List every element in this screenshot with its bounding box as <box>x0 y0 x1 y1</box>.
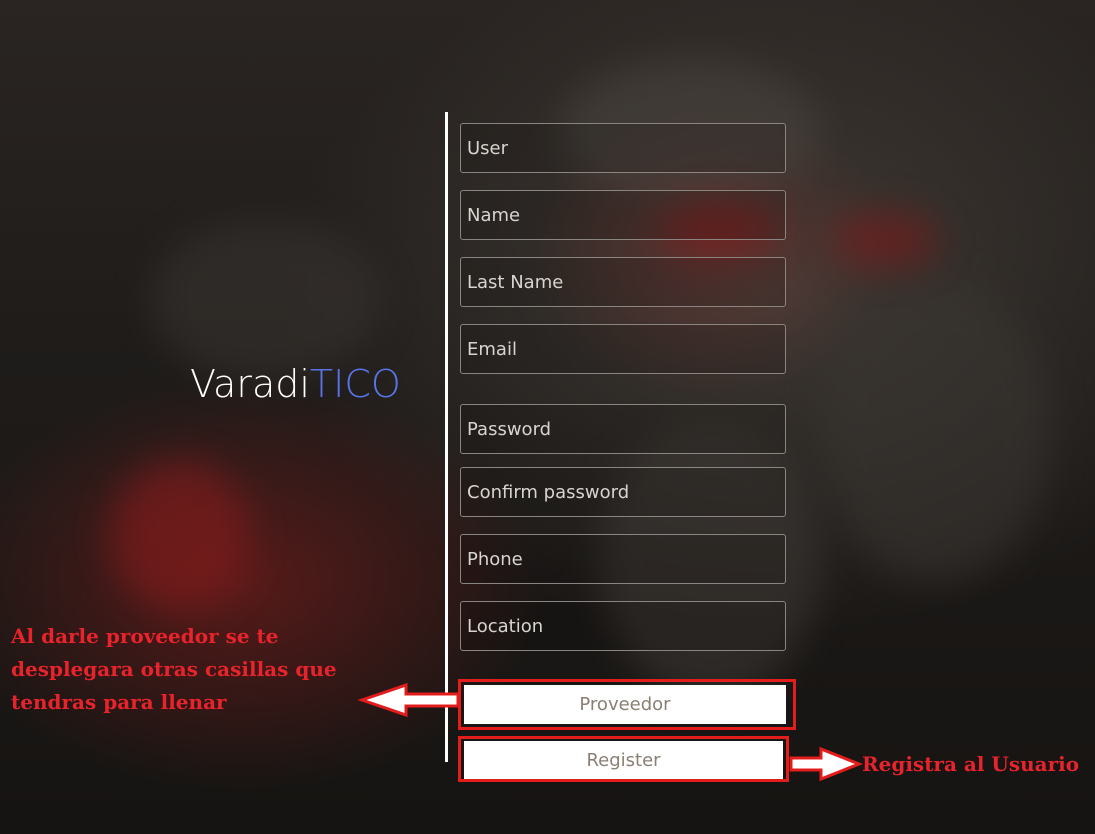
background-shape <box>830 210 940 270</box>
password-input[interactable] <box>461 405 785 453</box>
register-highlight: Register <box>458 736 789 782</box>
background-shape <box>110 460 250 610</box>
background-shape <box>820 280 1050 580</box>
confirm-password-field-wrapper <box>460 467 786 517</box>
background-shape <box>150 220 380 380</box>
brand-logo: VaradiTICO <box>190 362 401 406</box>
email-field-wrapper <box>460 324 786 374</box>
phone-field-wrapper <box>460 534 786 584</box>
vertical-divider <box>445 112 448 762</box>
user-input[interactable] <box>461 124 785 172</box>
annotation-line: desplegara otras casillas que <box>11 657 337 681</box>
proveedor-button[interactable]: Proveedor <box>464 685 786 724</box>
confirm-password-input[interactable] <box>461 468 785 516</box>
annotation-line: tendras para llenar <box>11 690 227 714</box>
last-name-field-wrapper <box>460 257 786 307</box>
left-arrow-icon <box>357 682 460 718</box>
brand-accent: TICO <box>309 362 401 406</box>
proveedor-highlight: Proveedor <box>458 679 796 730</box>
location-field-wrapper <box>460 601 786 651</box>
password-field-wrapper <box>460 404 786 454</box>
phone-input[interactable] <box>461 535 785 583</box>
register-annotation: Registra al Usuario <box>862 752 1080 776</box>
proveedor-annotation: Al darle proveedor se te desplegara otra… <box>11 620 337 719</box>
right-arrow-icon <box>789 746 864 782</box>
name-input[interactable] <box>461 191 785 239</box>
last-name-input[interactable] <box>461 258 785 306</box>
location-input[interactable] <box>461 602 785 650</box>
user-field-wrapper <box>460 123 786 173</box>
name-field-wrapper <box>460 190 786 240</box>
register-button[interactable]: Register <box>464 741 783 779</box>
brand-name: Varadi <box>190 362 310 406</box>
email-input[interactable] <box>461 325 785 373</box>
annotation-line: Al darle proveedor se te <box>11 624 279 648</box>
